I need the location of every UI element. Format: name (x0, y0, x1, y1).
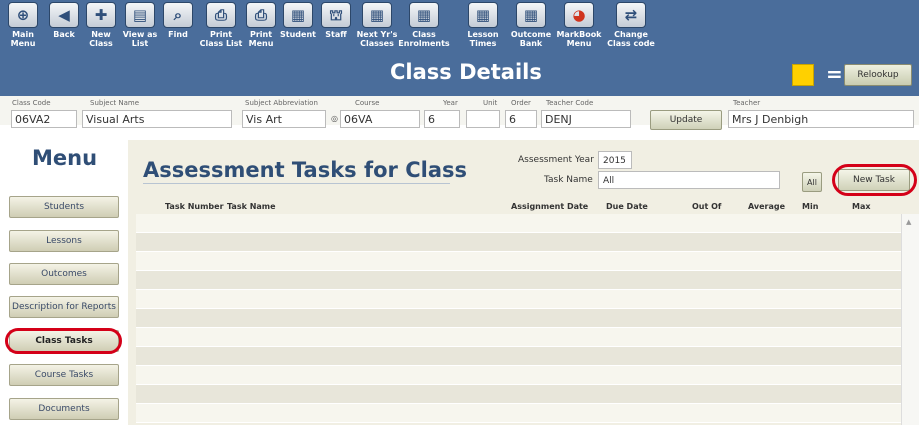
print-class-list-label: Print Class List (199, 30, 243, 48)
sidebar-item-lessons[interactable]: Lessons (9, 230, 119, 252)
teacher-code-field[interactable]: DENJ (541, 110, 631, 128)
scroll-up-icon[interactable]: ▲ (906, 218, 911, 226)
back-button[interactable]: ◀ Back (45, 2, 83, 39)
sidebar-item-description-for-reports[interactable]: Description for Reports (9, 296, 119, 318)
outcome-bank-button[interactable]: ▦ Outcome Bank (506, 2, 556, 48)
year-field[interactable]: 6 (424, 110, 460, 128)
table-row[interactable] (136, 271, 901, 290)
view-as-list-label: View as List (122, 30, 158, 48)
assessment-tasks-title: Assessment Tasks for Class (143, 158, 467, 182)
sidebar-item-documents[interactable]: Documents (9, 398, 119, 420)
lesson-times-icon: ▦ (468, 2, 498, 28)
table-row[interactable] (136, 252, 901, 271)
enrolments-icon: ▦ (409, 2, 439, 28)
print-icon: ⎙ (206, 2, 236, 28)
view-as-list-button[interactable]: ▤ View as List (120, 2, 160, 48)
year-label: Year (443, 99, 458, 107)
lesson-times-label: Lesson Times (467, 30, 499, 48)
title-underline (143, 183, 450, 184)
all-button[interactable]: All (802, 172, 822, 192)
graduation-cap-icon: ⛫ (321, 2, 351, 28)
outcome-bank-icon: ▦ (516, 2, 546, 28)
pie-chart-icon: ◕ (564, 2, 594, 28)
task-name-label: Task Name (544, 175, 593, 185)
col-min: Min (802, 202, 819, 211)
unit-field[interactable] (466, 110, 500, 128)
sidebar-item-outcomes[interactable]: Outcomes (9, 263, 119, 285)
assessment-year-label: Assessment Year (518, 155, 594, 165)
markbook-menu-button[interactable]: ◕ MarkBook Menu (552, 2, 606, 48)
teacher-code-label: Teacher Code (546, 99, 594, 107)
table-row[interactable] (136, 385, 901, 404)
task-name-field[interactable]: All (598, 171, 780, 189)
teacher-label: Teacher (733, 99, 761, 107)
markbook-menu-label: MarkBook Menu (556, 30, 602, 48)
back-label: Back (53, 30, 75, 39)
outcome-bank-label: Outcome Bank (510, 30, 552, 48)
find-label: Find (168, 30, 188, 39)
colour-swatch[interactable] (792, 64, 814, 86)
class-enrolments-label: Class Enrolments (398, 30, 450, 48)
main-menu-button[interactable]: ⊕ Main Menu (4, 2, 42, 48)
page-title: Class Details (390, 60, 542, 84)
table-row[interactable] (136, 290, 901, 309)
list-scrollbar[interactable]: ▲ (901, 214, 919, 425)
change-code-icon: ⇄ (616, 2, 646, 28)
subject-name-label: Subject Name (90, 99, 140, 107)
back-icon: ◀ (49, 2, 79, 28)
table-row[interactable] (136, 233, 901, 252)
course-label: Course (355, 99, 380, 107)
subject-name-field[interactable]: Visual Arts (82, 110, 232, 128)
course-lookup-icon[interactable]: ◎ (331, 114, 338, 123)
change-class-code-label: Change Class code (607, 30, 655, 48)
lesson-times-button[interactable]: ▦ Lesson Times (458, 2, 508, 48)
new-class-button[interactable]: ✚ New Class (82, 2, 120, 48)
main-menu-label: Main Menu (10, 30, 36, 48)
assessment-year-field[interactable]: 2015 (598, 151, 632, 169)
col-task-number: Task Number (165, 202, 224, 211)
relookup-button[interactable]: Relookup (844, 64, 912, 86)
sidebar-item-students[interactable]: Students (9, 196, 119, 218)
list-icon: ▤ (125, 2, 155, 28)
class-code-label: Class Code (12, 99, 51, 107)
col-max: Max (852, 202, 871, 211)
course-field[interactable]: 06VA (340, 110, 420, 128)
table-row[interactable] (136, 404, 901, 423)
update-button[interactable]: Update (650, 110, 722, 130)
search-icon: ⌕ (163, 2, 193, 28)
table-row[interactable] (136, 328, 901, 347)
change-class-code-button[interactable]: ⇄ Change Class code (602, 2, 660, 48)
unit-label: Unit (483, 99, 498, 107)
table-row[interactable] (136, 366, 901, 385)
print-class-list-button[interactable]: ⎙ Print Class List (196, 2, 246, 48)
teacher-field[interactable]: Mrs J Denbigh (728, 110, 914, 128)
table-row[interactable] (136, 309, 901, 328)
print-menu-icon: ⎙ (246, 2, 276, 28)
class-enrolments-button[interactable]: ▦ Class Enrolments (392, 2, 456, 48)
student-icon: ▦ (283, 2, 313, 28)
subject-abbreviation-field[interactable]: Vis Art (242, 110, 326, 128)
task-list (136, 214, 901, 425)
sidebar-item-course-tasks[interactable]: Course Tasks (9, 364, 119, 386)
order-field[interactable]: 6 (505, 110, 537, 128)
class-code-field[interactable]: 06VA2 (11, 110, 77, 128)
col-assignment-date: Assignment Date (511, 202, 589, 211)
next-year-icon: ▦ (362, 2, 392, 28)
sidebar-heading: Menu (32, 146, 98, 170)
equals-sign: = (826, 62, 843, 86)
table-row[interactable] (136, 347, 901, 366)
order-label: Order (511, 99, 531, 107)
class-tasks-highlight-ring (5, 328, 122, 354)
col-average: Average (748, 202, 786, 211)
col-task-name: Task Name (227, 202, 276, 211)
new-class-label: New Class (89, 30, 113, 48)
col-out-of: Out Of (692, 202, 722, 211)
subject-abbreviation-label: Subject Abbreviation (245, 99, 318, 107)
col-due-date: Due Date (606, 202, 648, 211)
find-button[interactable]: ⌕ Find (158, 2, 198, 39)
new-class-icon: ✚ (86, 2, 116, 28)
table-row[interactable] (136, 214, 901, 233)
main-menu-icon: ⊕ (8, 2, 38, 28)
new-task-highlight-ring (832, 164, 917, 196)
